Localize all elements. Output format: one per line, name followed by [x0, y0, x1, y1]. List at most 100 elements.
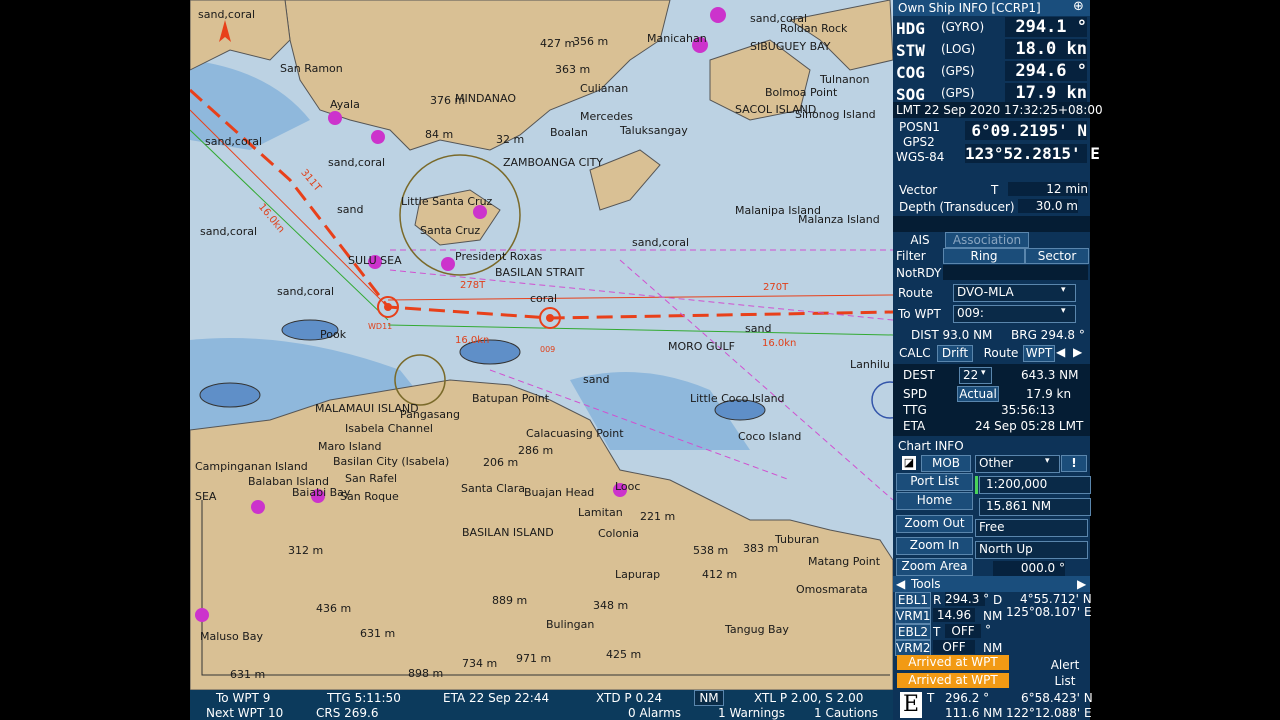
ring-button[interactable]: Ring [943, 248, 1025, 264]
spd-mode-button[interactable]: Actual [957, 386, 999, 402]
chart-label: Mercedes [580, 110, 633, 123]
chevron-right-icon[interactable]: ▶ [1073, 345, 1082, 359]
vrm2-value[interactable]: OFF [933, 640, 975, 654]
ais-filter-block: Filter Ring Sector NotRDY [893, 248, 1090, 282]
xtd-unit[interactable]: NM [694, 690, 724, 706]
ebl1-mode: R [933, 593, 942, 607]
ebl2-mode: T [933, 625, 941, 639]
chevron-left-icon[interactable]: ◀ [1056, 345, 1065, 359]
home-button[interactable]: Home [896, 492, 973, 510]
motion-mode-select[interactable]: Free [975, 519, 1088, 537]
mob-button[interactable]: MOB [921, 455, 971, 472]
ebl2-button[interactable]: EBL2 [895, 624, 931, 640]
ebl2-value[interactable]: OFF [945, 624, 981, 638]
port-list-button[interactable]: Port List [896, 473, 973, 491]
vrm1-value[interactable]: 14.96 [933, 608, 975, 622]
route-calc-tab[interactable]: Route [981, 345, 1021, 362]
longitude-value: 123°52.2815' E [965, 144, 1100, 163]
calc-results: DEST 22 ▾ 643.3 NM SPD Actual 17.9 kn TT… [893, 364, 1090, 436]
alert-list-button[interactable]: Alert List [1043, 656, 1087, 690]
ebl1-value[interactable]: 294.3 ° [945, 592, 989, 606]
warnings-button[interactable]: 1 Warnings [718, 706, 785, 720]
chart-label: San Ramon [280, 62, 343, 75]
zoom-area-button[interactable]: Zoom Area [896, 558, 973, 576]
chart-label: sand [583, 373, 610, 386]
nautical-chart[interactable]: sand,coral San Ramon Ayala sand,coral sa… [190, 0, 893, 690]
brightness-icon[interactable]: ◪ [902, 456, 916, 470]
chart-label: 363 m [555, 63, 591, 76]
brg-value: BRG 294.8 ° [1011, 328, 1085, 342]
chevron-down-icon[interactable]: ▾ [1061, 306, 1066, 316]
ttg-status: TTG 5:11:50 [327, 691, 401, 705]
depth-label: Depth (Transducer) [899, 200, 1015, 214]
scale-select[interactable]: 1:200,000 [979, 476, 1091, 494]
sog-value: 17.9 kn [1005, 83, 1087, 103]
vrm1-button[interactable]: VRM1 [895, 608, 931, 624]
towpt-select[interactable]: 009: [953, 305, 1076, 323]
drift-tab[interactable]: Drift [937, 345, 973, 362]
ebl-longitude: 125°08.107' E [1006, 605, 1092, 619]
route-select[interactable]: DVO-MLA [953, 284, 1076, 302]
hdg-source: (GYRO) [941, 20, 985, 34]
chart-label: Basilan City (Isabela) [333, 455, 450, 468]
alarms-button[interactable]: 0 Alarms [628, 706, 681, 720]
wpt-tab[interactable]: WPT [1023, 345, 1055, 362]
chevron-right-icon[interactable]: ▶ [1077, 577, 1086, 591]
chevron-left-icon[interactable]: ◀ [896, 577, 905, 591]
route-label: 278T [460, 280, 486, 291]
cursor-latitude: 6°58.423' N [1021, 691, 1093, 705]
ais-tab[interactable]: AIS [895, 232, 945, 248]
chart-label: Maluso Bay [200, 630, 264, 643]
ais-tabs: AIS Association [893, 232, 1090, 248]
dist-brg-row: DIST 93.0 NM BRG 294.8 ° [893, 326, 1090, 343]
association-tab[interactable]: Association [945, 232, 1029, 248]
chart-label: SULU SEA [348, 254, 402, 267]
chart-label: Boalan [550, 126, 588, 139]
chart-label: Santa Cruz [420, 224, 481, 237]
vrm2-button[interactable]: VRM2 [895, 640, 931, 656]
range-select[interactable]: 15.861 NM [979, 498, 1091, 516]
route-label: Route [898, 286, 933, 300]
hdg-value: 294.1 ° [1005, 17, 1087, 37]
spd-label: SPD [903, 387, 928, 401]
route-label: WD11 [368, 322, 393, 331]
alert-button[interactable]: ! [1061, 455, 1087, 472]
cautions-button[interactable]: 1 Cautions [814, 706, 878, 720]
chevron-down-icon[interactable]: ▾ [981, 368, 986, 378]
spd-value: 17.9 kn [1026, 387, 1072, 401]
chart-label: BASILAN STRAIT [495, 266, 585, 279]
chevron-down-icon[interactable]: ▾ [1061, 285, 1066, 295]
chart-label: 425 m [606, 648, 642, 661]
chart-label: sand,coral [200, 225, 258, 238]
chart-label: sand,coral [205, 135, 263, 148]
rotation-value[interactable]: 000.0 ° [993, 561, 1065, 576]
arrived-at-wpt-alert[interactable]: Arrived at WPT [897, 655, 1009, 670]
chart-label: sand,coral [198, 8, 256, 21]
chart-label: 427 m [540, 37, 576, 50]
position-block: POSN1 GPS2 WGS-84 6°09.2195' N 123°52.28… [893, 118, 1100, 166]
notrdy-field [943, 265, 1088, 280]
dest-select[interactable]: 22 [959, 367, 992, 384]
chart-label: 221 m [640, 510, 676, 523]
own-ship-header: Own Ship INFO [CCRP1] ⊕ [893, 0, 1090, 16]
chart-label: Tuburan [775, 533, 820, 546]
calc-tabs: CALC Drift Route WPT ◀ ▶ [893, 345, 1090, 362]
zoom-out-button[interactable]: Zoom Out [896, 515, 973, 533]
alert-block: Arrived at WPT Arrived at WPT Alert List [893, 655, 1090, 690]
chart-label: Little Coco Island [690, 392, 785, 405]
chevron-down-icon[interactable]: ▾ [1045, 456, 1050, 466]
orientation-select[interactable]: North Up [975, 541, 1088, 559]
zoom-in-button[interactable]: Zoom In [896, 537, 973, 555]
settings-icon[interactable]: ⊕ [1073, 0, 1084, 14]
chart-label: Taluksangay [620, 124, 688, 137]
sector-button[interactable]: Sector [1025, 248, 1089, 264]
ebl1-button[interactable]: EBL1 [895, 592, 931, 608]
chart-label: 312 m [288, 544, 324, 557]
arrived-at-wpt-alert[interactable]: Arrived at WPT [897, 673, 1009, 688]
chart-label: Roldan Rock [780, 22, 848, 35]
vector-value[interactable]: 12 min [1008, 182, 1088, 196]
scale-indicator [975, 476, 978, 494]
hazard-marker-icon [371, 130, 385, 144]
chart-label: Balaban Island [248, 475, 330, 488]
info-panel: Own Ship INFO [CCRP1] ⊕ HDG (GYRO) 294.1… [893, 0, 1103, 720]
